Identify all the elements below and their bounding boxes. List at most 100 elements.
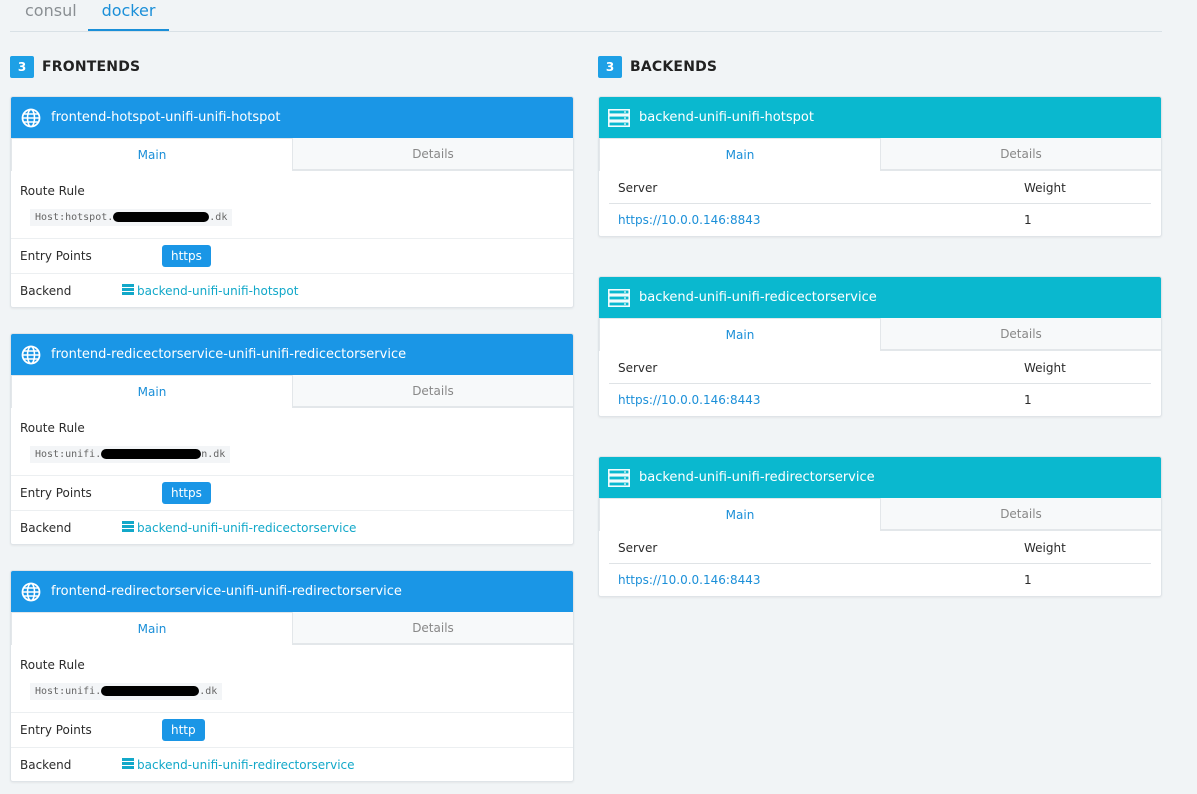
entry-points-row: Entry Points https xyxy=(11,475,573,510)
frontend-card-header: frontend-redicectorservice-unifi-unifi-r… xyxy=(11,334,573,375)
server-url-link[interactable]: https://10.0.0.146:8843 xyxy=(618,213,1024,227)
backend-row: Backend backend-unifi-unifi-redicectorse… xyxy=(11,510,573,544)
column-server: Server xyxy=(618,181,658,195)
backends-title: BACKENDS xyxy=(630,59,718,75)
backend-subtabs: Main Details xyxy=(599,498,1161,531)
server-weight: 1 xyxy=(1024,213,1032,227)
servers-table: Server Weight https://10.0.0.146:8443 1 xyxy=(609,531,1151,596)
backend-card-header: backend-unifi-unifi-hotspot xyxy=(599,97,1161,138)
backend-card: backend-unifi-unifi-redirectorservice Ma… xyxy=(598,456,1162,597)
backend-card-header: backend-unifi-unifi-redicectorservice xyxy=(599,277,1161,318)
backend-link-text: backend-unifi-unifi-hotspot xyxy=(137,283,299,298)
backends-count-badge: 3 xyxy=(598,56,622,78)
tab-main[interactable]: Main xyxy=(599,138,881,171)
tab-details[interactable]: Details xyxy=(881,318,1161,350)
route-rule-suffix: n.dk xyxy=(201,449,226,460)
table-header: Server Weight xyxy=(609,351,1151,384)
column-weight: Weight xyxy=(1024,541,1066,555)
entry-points-label: Entry Points xyxy=(20,723,92,737)
server-url-link[interactable]: https://10.0.0.146:8443 xyxy=(618,393,1024,407)
backend-card: backend-unifi-unifi-redicectorservice Ma… xyxy=(598,276,1162,417)
route-rule-suffix: .dk xyxy=(199,686,218,697)
backend-name: backend-unifi-unifi-redicectorservice xyxy=(639,290,877,305)
redaction-mark xyxy=(113,212,210,222)
tab-details[interactable]: Details xyxy=(881,498,1161,530)
globe-icon xyxy=(20,344,42,366)
backend-link-text: backend-unifi-unifi-redirectorservice xyxy=(137,757,355,772)
route-rule-label: Route Rule xyxy=(20,421,85,435)
servers-table: Server Weight https://10.0.0.146:8843 1 xyxy=(609,171,1151,236)
tab-main[interactable]: Main xyxy=(599,498,881,531)
server-icon xyxy=(608,287,630,309)
frontends-title: FRONTENDS xyxy=(42,59,141,75)
server-icon xyxy=(122,283,134,298)
table-header: Server Weight xyxy=(609,531,1151,564)
servers-table: Server Weight https://10.0.0.146:8443 1 xyxy=(609,351,1151,416)
tab-docker[interactable]: docker xyxy=(88,0,169,31)
backend-subtabs: Main Details xyxy=(599,318,1161,351)
provider-tabs: consul docker xyxy=(10,0,1162,32)
column-server: Server xyxy=(618,541,658,555)
server-icon xyxy=(122,757,134,772)
backend-link[interactable]: backend-unifi-unifi-redirectorservice xyxy=(122,757,355,772)
frontend-name: frontend-redirectorservice-unifi-unifi-r… xyxy=(51,584,402,599)
tab-main[interactable]: Main xyxy=(11,375,293,408)
route-rule-value: Host:hotspot. .dk xyxy=(30,209,233,226)
backends-header: 3 BACKENDS xyxy=(598,56,717,78)
frontend-card: frontend-redirectorservice-unifi-unifi-r… xyxy=(10,570,574,782)
globe-icon xyxy=(20,107,42,129)
frontends-header: 3 FRONTENDS xyxy=(10,56,140,78)
frontends-count-badge: 3 xyxy=(10,56,34,78)
frontend-card-header: frontend-hotspot-unifi-unifi-hotspot xyxy=(11,97,573,138)
backend-card-header: backend-unifi-unifi-redirectorservice xyxy=(599,457,1161,498)
frontend-name: frontend-redicectorservice-unifi-unifi-r… xyxy=(51,347,407,362)
tab-details[interactable]: Details xyxy=(293,375,573,407)
frontend-card-header: frontend-redirectorservice-unifi-unifi-r… xyxy=(11,571,573,612)
route-rule-label: Route Rule xyxy=(20,658,85,672)
server-weight: 1 xyxy=(1024,393,1032,407)
server-icon xyxy=(608,467,630,489)
server-weight: 1 xyxy=(1024,573,1032,587)
frontend-subtabs: Main Details xyxy=(11,138,573,171)
frontend-card: frontend-redicectorservice-unifi-unifi-r… xyxy=(10,333,574,545)
entry-points-row: Entry Points http xyxy=(11,712,573,747)
redaction-mark xyxy=(101,449,202,459)
column-weight: Weight xyxy=(1024,361,1066,375)
table-row: https://10.0.0.146:8843 1 xyxy=(609,204,1151,236)
column-weight: Weight xyxy=(1024,181,1066,195)
backend-name: backend-unifi-unifi-hotspot xyxy=(639,110,814,125)
backend-link[interactable]: backend-unifi-unifi-hotspot xyxy=(122,283,299,298)
tab-consul[interactable]: consul xyxy=(25,0,77,30)
tab-main[interactable]: Main xyxy=(599,318,881,351)
entry-point-badge[interactable]: https xyxy=(162,482,211,504)
entry-points-label: Entry Points xyxy=(20,249,92,263)
table-row: https://10.0.0.146:8443 1 xyxy=(609,384,1151,416)
redaction-mark xyxy=(101,686,200,696)
server-url-link[interactable]: https://10.0.0.146:8443 xyxy=(618,573,1024,587)
column-server: Server xyxy=(618,361,658,375)
entry-point-badge[interactable]: https xyxy=(162,245,211,267)
route-rule-prefix: Host:unifi. xyxy=(35,686,102,697)
tab-main[interactable]: Main xyxy=(11,138,293,171)
table-row: https://10.0.0.146:8443 1 xyxy=(609,564,1151,596)
tab-details[interactable]: Details xyxy=(293,612,573,644)
tab-details[interactable]: Details xyxy=(881,138,1161,170)
tab-main[interactable]: Main xyxy=(11,612,293,645)
tab-details[interactable]: Details xyxy=(293,138,573,170)
table-header: Server Weight xyxy=(609,171,1151,204)
entry-points-label: Entry Points xyxy=(20,486,92,500)
route-rule-prefix: Host:unifi. xyxy=(35,449,102,460)
backend-card: backend-unifi-unifi-hotspot Main Details… xyxy=(598,96,1162,237)
entry-point-badge[interactable]: http xyxy=(162,719,205,741)
backend-link[interactable]: backend-unifi-unifi-redicectorservice xyxy=(122,520,356,535)
server-icon xyxy=(122,520,134,535)
backend-row: Backend backend-unifi-unifi-hotspot xyxy=(11,273,573,307)
route-rule-prefix: Host:hotspot. xyxy=(35,212,114,223)
route-rule-value: Host:unifi. n.dk xyxy=(30,446,231,463)
route-rule-value: Host:unifi. .dk xyxy=(30,683,223,700)
entry-points-row: Entry Points https xyxy=(11,238,573,273)
backend-subtabs: Main Details xyxy=(599,138,1161,171)
backend-row: Backend backend-unifi-unifi-redirectorse… xyxy=(11,747,573,781)
route-rule-suffix: .dk xyxy=(209,212,228,223)
server-icon xyxy=(608,107,630,129)
